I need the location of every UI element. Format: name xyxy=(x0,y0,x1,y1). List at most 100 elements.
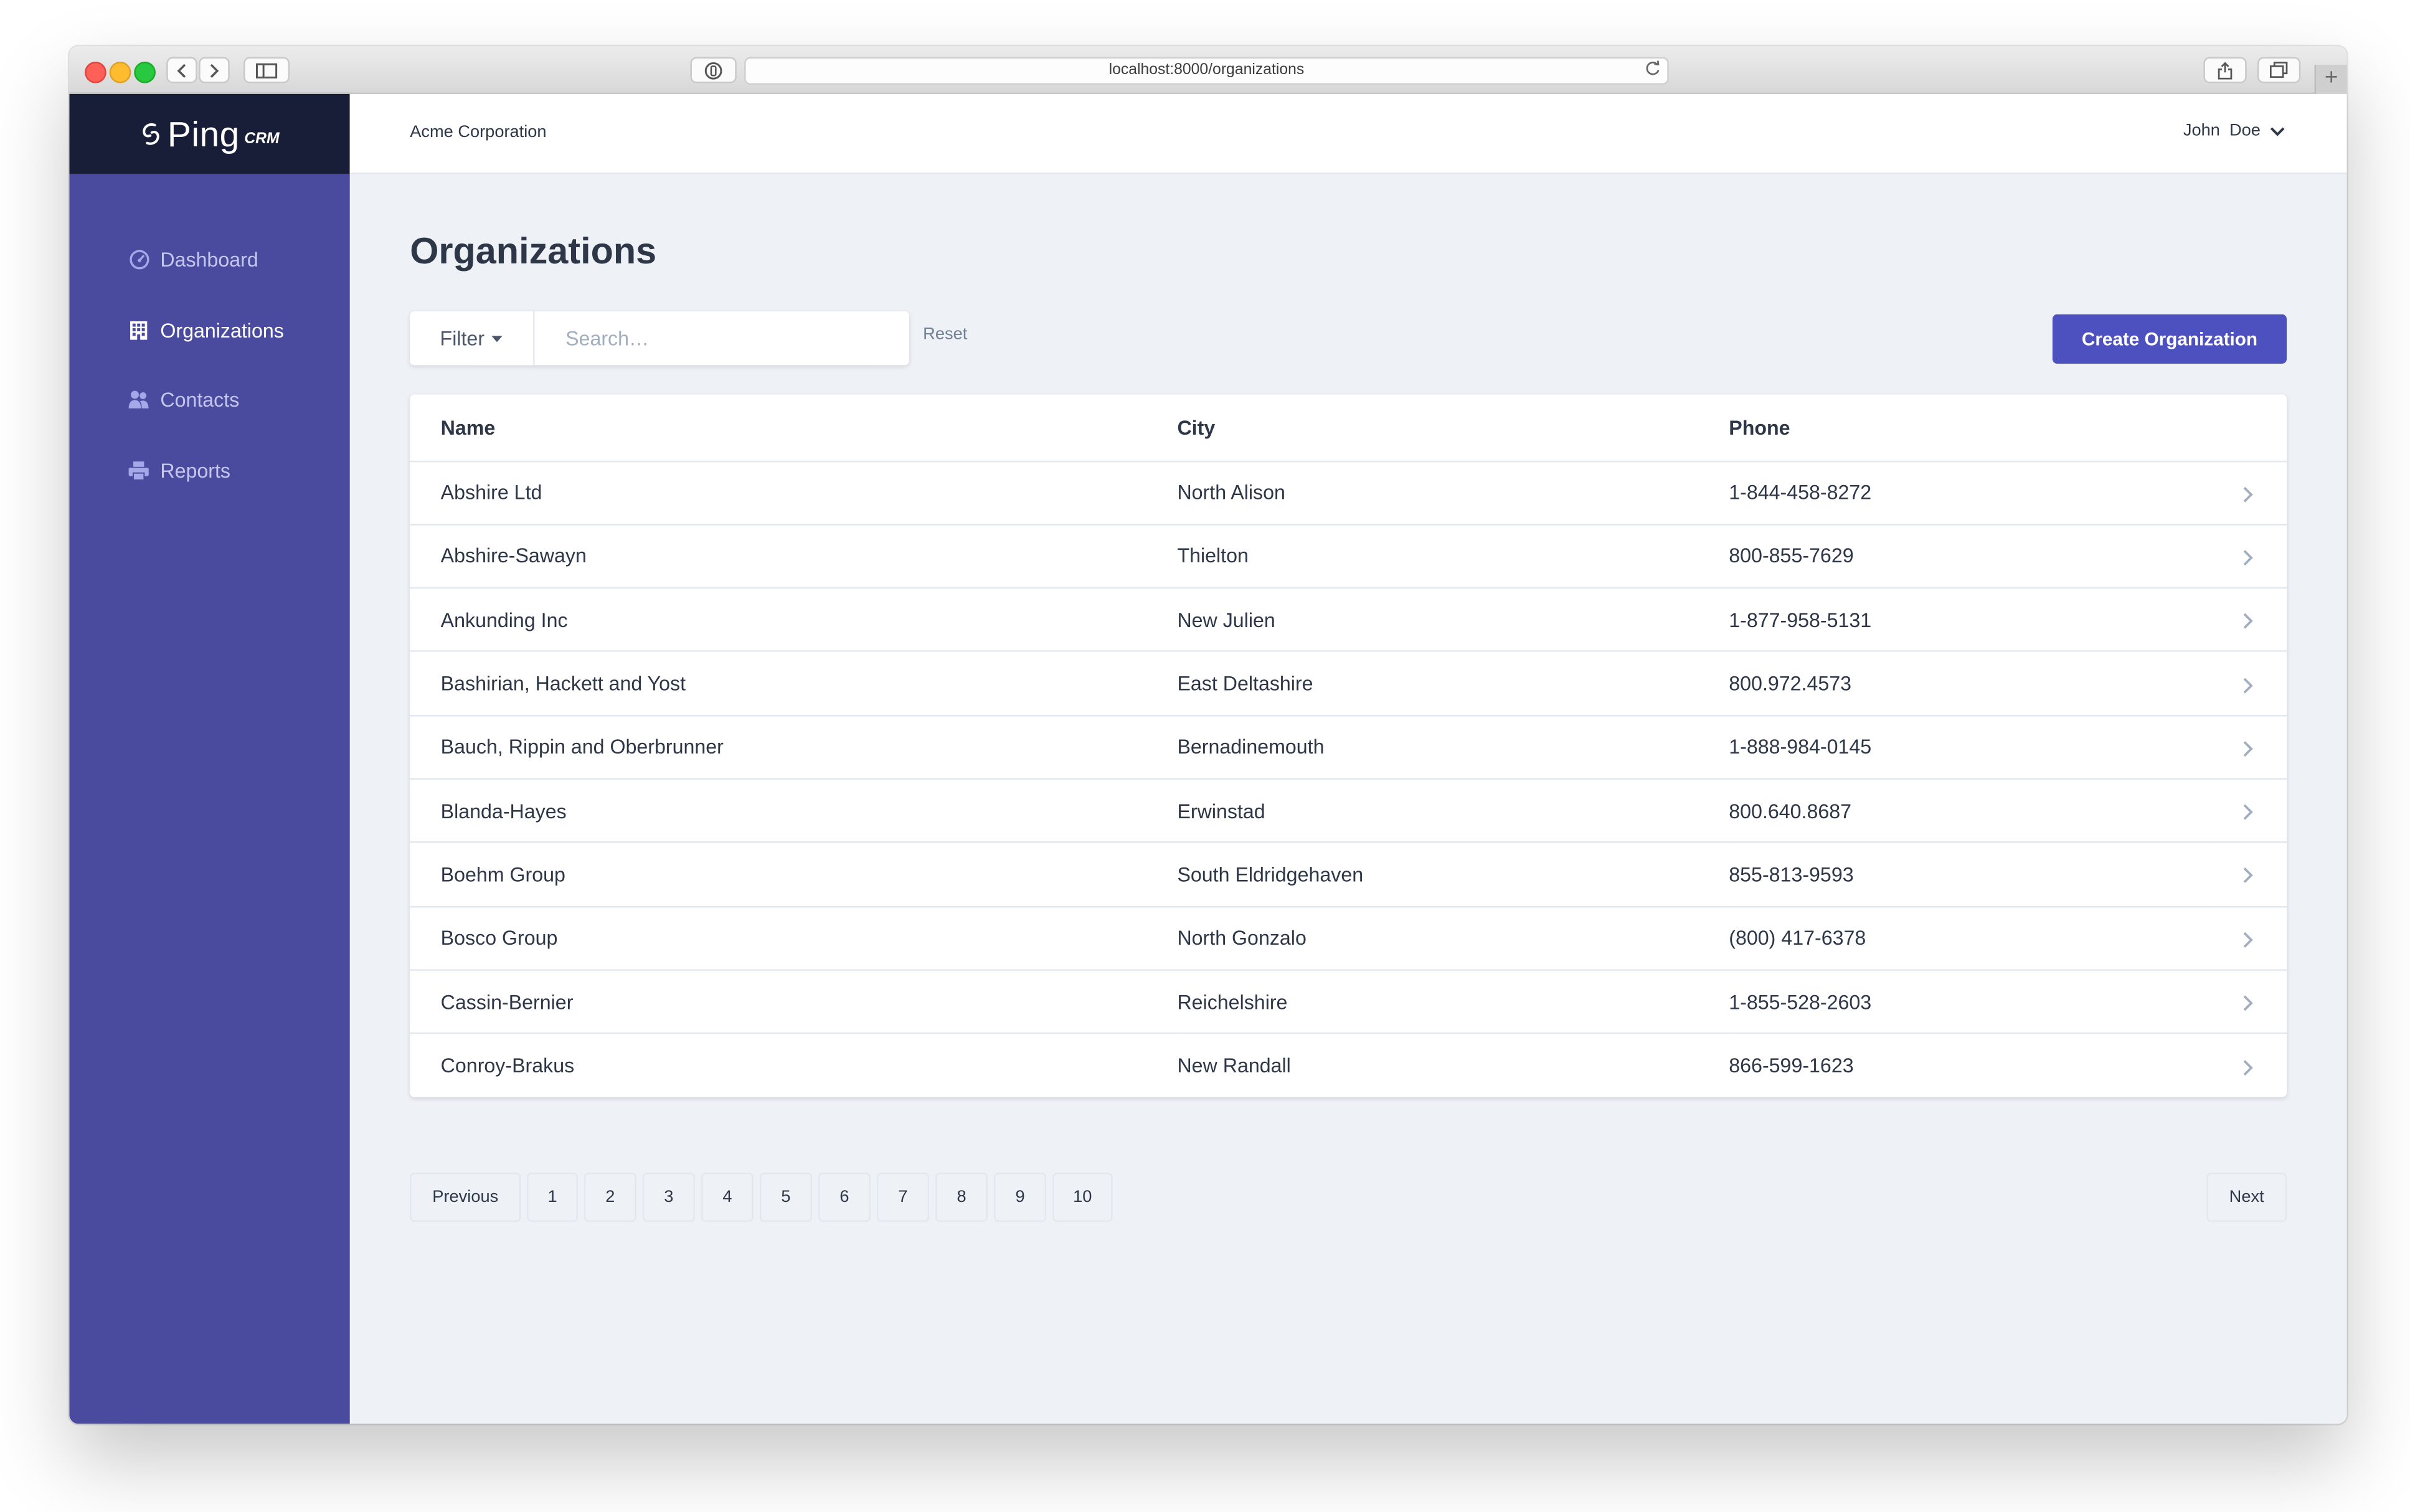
cell-city[interactable]: Erwinstad xyxy=(1177,778,1729,844)
brand-logo[interactable]: Ping CRM xyxy=(69,93,350,174)
tabs-icon xyxy=(2269,62,2288,78)
share-icon xyxy=(2218,61,2233,79)
cell-city[interactable]: Bernadinemouth xyxy=(1177,715,1729,780)
sidebar-item-dashboard[interactable]: Dashboard xyxy=(128,243,258,274)
close-window-button[interactable] xyxy=(85,61,106,83)
row-open-link[interactable] xyxy=(2209,524,2287,589)
caret-down-icon xyxy=(492,335,503,342)
table-row[interactable]: Bauch, Rippin and Oberbrunner Bernadinem… xyxy=(410,715,2287,780)
cell-name[interactable]: Bosco Group xyxy=(410,906,1178,971)
table-row[interactable]: Ankunding Inc New Julien 1-877-958-5131 xyxy=(410,588,2287,653)
sidebar-item-organizations[interactable]: Organizations xyxy=(128,314,284,345)
browser-toolbar: localhost:8000/organizations + xyxy=(69,46,2347,94)
cell-phone[interactable]: 866-599-1623 xyxy=(1729,1034,2209,1097)
cell-name[interactable]: Bashirian, Hackett and Yost xyxy=(410,651,1178,716)
cell-phone[interactable]: 1-855-528-2603 xyxy=(1729,970,2210,1034)
cell-phone[interactable]: 800-855-7629 xyxy=(1729,524,2210,589)
cell-phone[interactable]: 1-888-984-0145 xyxy=(1729,715,2210,780)
maximize-window-button[interactable] xyxy=(134,61,156,83)
cell-city[interactable]: New Randall xyxy=(1177,1034,1729,1097)
cell-phone[interactable]: (800) 417-6378 xyxy=(1729,906,2210,971)
privacy-report-button[interactable] xyxy=(690,57,737,83)
column-header-action xyxy=(2209,394,2287,462)
table-row[interactable]: Conroy-Brakus New Randall 866-599-1623 xyxy=(410,1034,2287,1097)
organizations-table: Name City Phone Abshire Ltd North Alison… xyxy=(410,394,2287,1097)
table-header-row: Name City Phone xyxy=(410,394,2287,462)
table-row[interactable]: Bashirian, Hackett and Yost East Deltash… xyxy=(410,651,2287,716)
row-open-link[interactable] xyxy=(2209,715,2287,780)
column-header-phone: Phone xyxy=(1729,394,2210,462)
chevron-left-icon xyxy=(177,63,186,77)
pagination-page-3[interactable]: 3 xyxy=(642,1173,695,1222)
cell-name[interactable]: Boehm Group xyxy=(410,842,1178,907)
cell-name[interactable]: Cassin-Bernier xyxy=(410,970,1178,1034)
create-organization-button[interactable]: Create Organization xyxy=(2052,314,2287,364)
sidebar-toggle-button[interactable] xyxy=(243,57,290,83)
users-icon xyxy=(128,389,149,410)
table-row[interactable]: Blanda-Hayes Erwinstad 800.640.8687 xyxy=(410,778,2287,844)
sidebar-item-contacts[interactable]: Contacts xyxy=(128,384,239,414)
cell-phone[interactable]: 800.640.8687 xyxy=(1729,778,2210,844)
cell-name[interactable]: Blanda-Hayes xyxy=(410,778,1178,844)
tabs-overview-button[interactable] xyxy=(2257,57,2301,83)
chevron-right-icon xyxy=(2243,740,2253,757)
table-row[interactable]: Bosco Group North Gonzalo (800) 417-6378 xyxy=(410,906,2287,971)
row-open-link[interactable] xyxy=(2209,588,2287,653)
plus-icon: + xyxy=(2324,64,2338,91)
row-open-link[interactable] xyxy=(2209,460,2287,526)
minimize-window-button[interactable] xyxy=(109,61,131,83)
pagination-page-6[interactable]: 6 xyxy=(818,1173,871,1222)
pagination-page-7[interactable]: 7 xyxy=(876,1173,930,1222)
cell-phone[interactable]: 1-844-458-8272 xyxy=(1729,460,2210,526)
table-row[interactable]: Abshire-Sawayn Thielton 800-855-7629 xyxy=(410,524,2287,589)
cell-city[interactable]: North Gonzalo xyxy=(1177,906,1729,971)
share-button[interactable] xyxy=(2203,57,2247,83)
pagination-page-8[interactable]: 8 xyxy=(935,1173,988,1222)
user-menu[interactable]: John Doe xyxy=(2183,121,2285,140)
row-open-link[interactable] xyxy=(2209,906,2287,971)
cell-city[interactable]: East Deltashire xyxy=(1177,651,1729,716)
cell-name[interactable]: Ankunding Inc xyxy=(410,588,1178,653)
chevron-right-icon xyxy=(2243,1059,2253,1075)
cell-city[interactable]: South Eldridgehaven xyxy=(1177,842,1729,907)
row-open-link[interactable] xyxy=(2209,1034,2287,1097)
cell-name[interactable]: Abshire-Sawayn xyxy=(410,524,1178,589)
cell-city[interactable]: New Julien xyxy=(1177,588,1729,653)
pagination-page-5[interactable]: 5 xyxy=(759,1173,813,1222)
row-open-link[interactable] xyxy=(2209,842,2287,907)
pagination-page-9[interactable]: 9 xyxy=(993,1173,1047,1222)
pagination-page-4[interactable]: 4 xyxy=(701,1173,754,1222)
cell-phone[interactable]: 855-813-9593 xyxy=(1729,842,2210,907)
pagination-page-2[interactable]: 2 xyxy=(584,1173,636,1222)
cell-city[interactable]: North Alison xyxy=(1177,460,1729,526)
new-tab-button[interactable]: + xyxy=(2314,64,2347,94)
forward-button[interactable] xyxy=(199,57,230,83)
cell-name[interactable]: Conroy-Brakus xyxy=(410,1034,1177,1097)
table-row[interactable]: Boehm Group South Eldridgehaven 855-813-… xyxy=(410,842,2287,907)
row-open-link[interactable] xyxy=(2209,651,2287,716)
printer-icon xyxy=(128,459,149,481)
pagination-previous-button[interactable]: Previous xyxy=(410,1173,521,1222)
cell-phone[interactable]: 1-877-958-5131 xyxy=(1729,588,2210,653)
cell-phone[interactable]: 800.972.4573 xyxy=(1729,651,2210,716)
table-row[interactable]: Abshire Ltd North Alison 1-844-458-8272 xyxy=(410,460,2287,526)
pagination-page-10[interactable]: 10 xyxy=(1052,1173,1113,1222)
reset-button[interactable]: Reset xyxy=(923,325,967,344)
pagination-page-1[interactable]: 1 xyxy=(527,1173,578,1222)
sidebar-item-reports[interactable]: Reports xyxy=(128,455,230,485)
reload-icon[interactable] xyxy=(1644,60,1661,87)
sidebar-item-label: Organizations xyxy=(160,318,284,342)
row-open-link[interactable] xyxy=(2209,778,2287,844)
row-open-link[interactable] xyxy=(2209,970,2287,1034)
back-button[interactable] xyxy=(166,57,197,83)
search-input[interactable] xyxy=(534,311,909,366)
cell-name[interactable]: Bauch, Rippin and Oberbrunner xyxy=(410,715,1178,780)
cell-city[interactable]: Thielton xyxy=(1177,524,1729,589)
filter-dropdown-button[interactable]: Filter xyxy=(410,311,535,366)
table-row[interactable]: Cassin-Bernier Reichelshire 1-855-528-26… xyxy=(410,970,2287,1034)
pagination-next-button[interactable]: Next xyxy=(2206,1173,2287,1222)
cell-city[interactable]: Reichelshire xyxy=(1177,970,1729,1034)
address-bar[interactable]: localhost:8000/organizations xyxy=(744,57,1669,85)
ping-logo-icon xyxy=(142,123,159,145)
cell-name[interactable]: Abshire Ltd xyxy=(410,460,1178,526)
